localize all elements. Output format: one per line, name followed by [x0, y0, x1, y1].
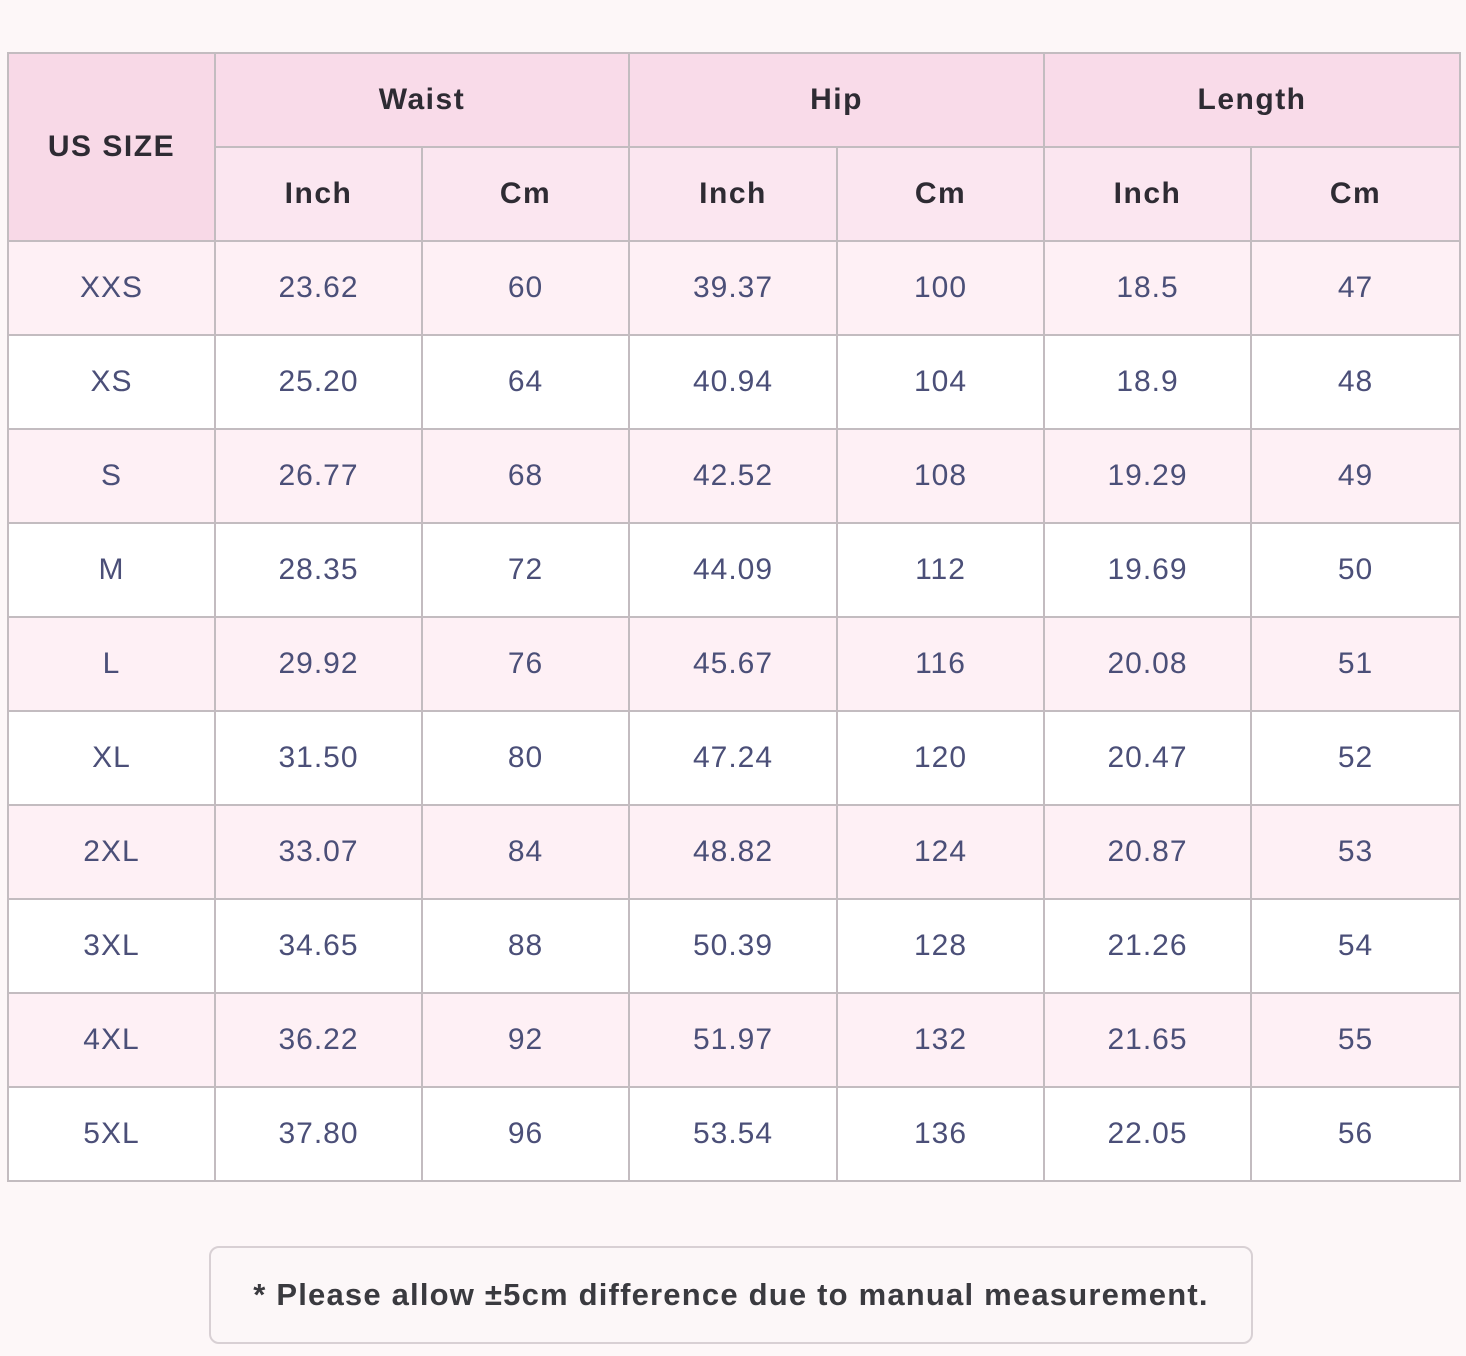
table-row: 4XL 36.22 92 51.97 132 21.65 55 [7, 992, 1462, 1088]
table-header: US SIZE Waist Hip Length Inch Cm Inch Cm… [7, 52, 1462, 242]
unit-header: Cm [835, 146, 1046, 242]
measurement-cell: 23.62 [214, 240, 423, 336]
measurement-cell: 136 [835, 1086, 1046, 1182]
measurement-cell: 104 [835, 334, 1046, 430]
hip-header: Hip [627, 52, 1046, 148]
measurement-cell: 22.05 [1043, 1086, 1253, 1182]
measurement-cell: 116 [835, 616, 1046, 712]
measurement-cell: 55 [1250, 992, 1462, 1088]
measurement-cell: 51 [1250, 616, 1462, 712]
measurement-cell: 33.07 [214, 804, 423, 900]
size-cell: 2XL [7, 804, 216, 900]
measurement-cell: 47 [1250, 240, 1462, 336]
measurement-cell: 49 [1250, 428, 1462, 524]
measurement-cell: 52 [1250, 710, 1462, 806]
measurement-cell: 48 [1250, 334, 1462, 430]
measurement-cell: 28.35 [214, 522, 423, 618]
measurement-cell: 72 [421, 522, 630, 618]
measurement-cell: 19.69 [1043, 522, 1253, 618]
measurement-note-box: * Please allow ±5cm difference due to ma… [209, 1246, 1253, 1344]
waist-header: Waist [214, 52, 630, 148]
table-row: 2XL 33.07 84 48.82 124 20.87 53 [7, 804, 1462, 900]
unit-header: Cm [1250, 146, 1462, 242]
measurement-cell: 100 [835, 240, 1046, 336]
measurement-cell: 20.47 [1043, 710, 1253, 806]
measurement-cell: 56 [1250, 1086, 1462, 1182]
measurement-note: * Please allow ±5cm difference due to ma… [253, 1277, 1209, 1312]
measurement-cell: 26.77 [214, 428, 423, 524]
table-row: S 26.77 68 42.52 108 19.29 49 [7, 428, 1462, 524]
measurement-cell: 50.39 [628, 898, 838, 994]
header-group-row: US SIZE Waist Hip Length [7, 52, 1462, 242]
measurement-cell: 36.22 [214, 992, 423, 1088]
table-row: XS 25.20 64 40.94 104 18.9 48 [7, 334, 1462, 430]
measurement-cell: 20.87 [1043, 804, 1253, 900]
measurement-cell: 45.67 [628, 616, 838, 712]
measurement-cell: 108 [835, 428, 1046, 524]
measurement-cell: 76 [421, 616, 630, 712]
measurement-cell: 53.54 [628, 1086, 838, 1182]
unit-header: Inch [628, 146, 838, 242]
unit-header: Inch [1043, 146, 1253, 242]
measurement-cell: 128 [835, 898, 1046, 994]
measurement-cell: 51.97 [628, 992, 838, 1088]
measurement-cell: 60 [421, 240, 630, 336]
table-row: L 29.92 76 45.67 116 20.08 51 [7, 616, 1462, 712]
measurement-cell: 64 [421, 334, 630, 430]
table-row: 3XL 34.65 88 50.39 128 21.26 54 [7, 898, 1462, 994]
measurement-cell: 21.65 [1043, 992, 1253, 1088]
size-cell: 4XL [7, 992, 216, 1088]
measurement-cell: 19.29 [1043, 428, 1253, 524]
measurement-cell: 112 [835, 522, 1046, 618]
size-cell: S [7, 428, 216, 524]
us-size-header: US SIZE [7, 52, 216, 242]
measurement-cell: 92 [421, 992, 630, 1088]
measurement-cell: 44.09 [628, 522, 838, 618]
measurement-cell: 80 [421, 710, 630, 806]
size-cell: L [7, 616, 216, 712]
unit-header: Cm [421, 146, 630, 242]
measurement-cell: 37.80 [214, 1086, 423, 1182]
measurement-cell: 124 [835, 804, 1046, 900]
measurement-cell: 21.26 [1043, 898, 1253, 994]
size-cell: 3XL [7, 898, 216, 994]
measurement-cell: 68 [421, 428, 630, 524]
measurement-cell: 48.82 [628, 804, 838, 900]
measurement-cell: 42.52 [628, 428, 838, 524]
measurement-cell: 40.94 [628, 334, 838, 430]
size-cell: M [7, 522, 216, 618]
table-body: XXS 23.62 60 39.37 100 18.5 47 XS 25.20 64 40.94 10… [7, 240, 1462, 1182]
unit-header: Inch [214, 146, 423, 242]
measurement-cell: 53 [1250, 804, 1462, 900]
measurement-cell: 54 [1250, 898, 1462, 994]
size-cell: XL [7, 710, 216, 806]
measurement-cell: 20.08 [1043, 616, 1253, 712]
size-chart-table: US SIZE Waist Hip Length Inch Cm Inch Cm… [7, 52, 1462, 1182]
header-unit-row: Inch Cm Inch Cm Inch Cm [8, 146, 1462, 242]
size-cell: XS [7, 334, 216, 430]
measurement-cell: 47.24 [628, 710, 838, 806]
measurement-cell: 18.9 [1043, 334, 1253, 430]
length-header: Length [1043, 52, 1462, 148]
measurement-cell: 88 [421, 898, 630, 994]
table-row: 5XL 37.80 96 53.54 136 22.05 56 [7, 1086, 1462, 1182]
table-row: M 28.35 72 44.09 112 19.69 50 [7, 522, 1462, 618]
size-cell: 5XL [7, 1086, 216, 1182]
table-row: XL 31.50 80 47.24 120 20.47 52 [7, 710, 1462, 806]
measurement-cell: 84 [421, 804, 630, 900]
measurement-cell: 31.50 [214, 710, 423, 806]
size-cell: XXS [7, 240, 216, 336]
measurement-cell: 50 [1250, 522, 1462, 618]
measurement-cell: 120 [835, 710, 1046, 806]
measurement-cell: 132 [835, 992, 1046, 1088]
table-row: XXS 23.62 60 39.37 100 18.5 47 [7, 240, 1462, 336]
measurement-cell: 29.92 [214, 616, 423, 712]
measurement-cell: 25.20 [214, 334, 423, 430]
measurement-cell: 96 [421, 1086, 630, 1182]
measurement-cell: 34.65 [214, 898, 423, 994]
measurement-cell: 18.5 [1043, 240, 1253, 336]
measurement-cell: 39.37 [628, 240, 838, 336]
